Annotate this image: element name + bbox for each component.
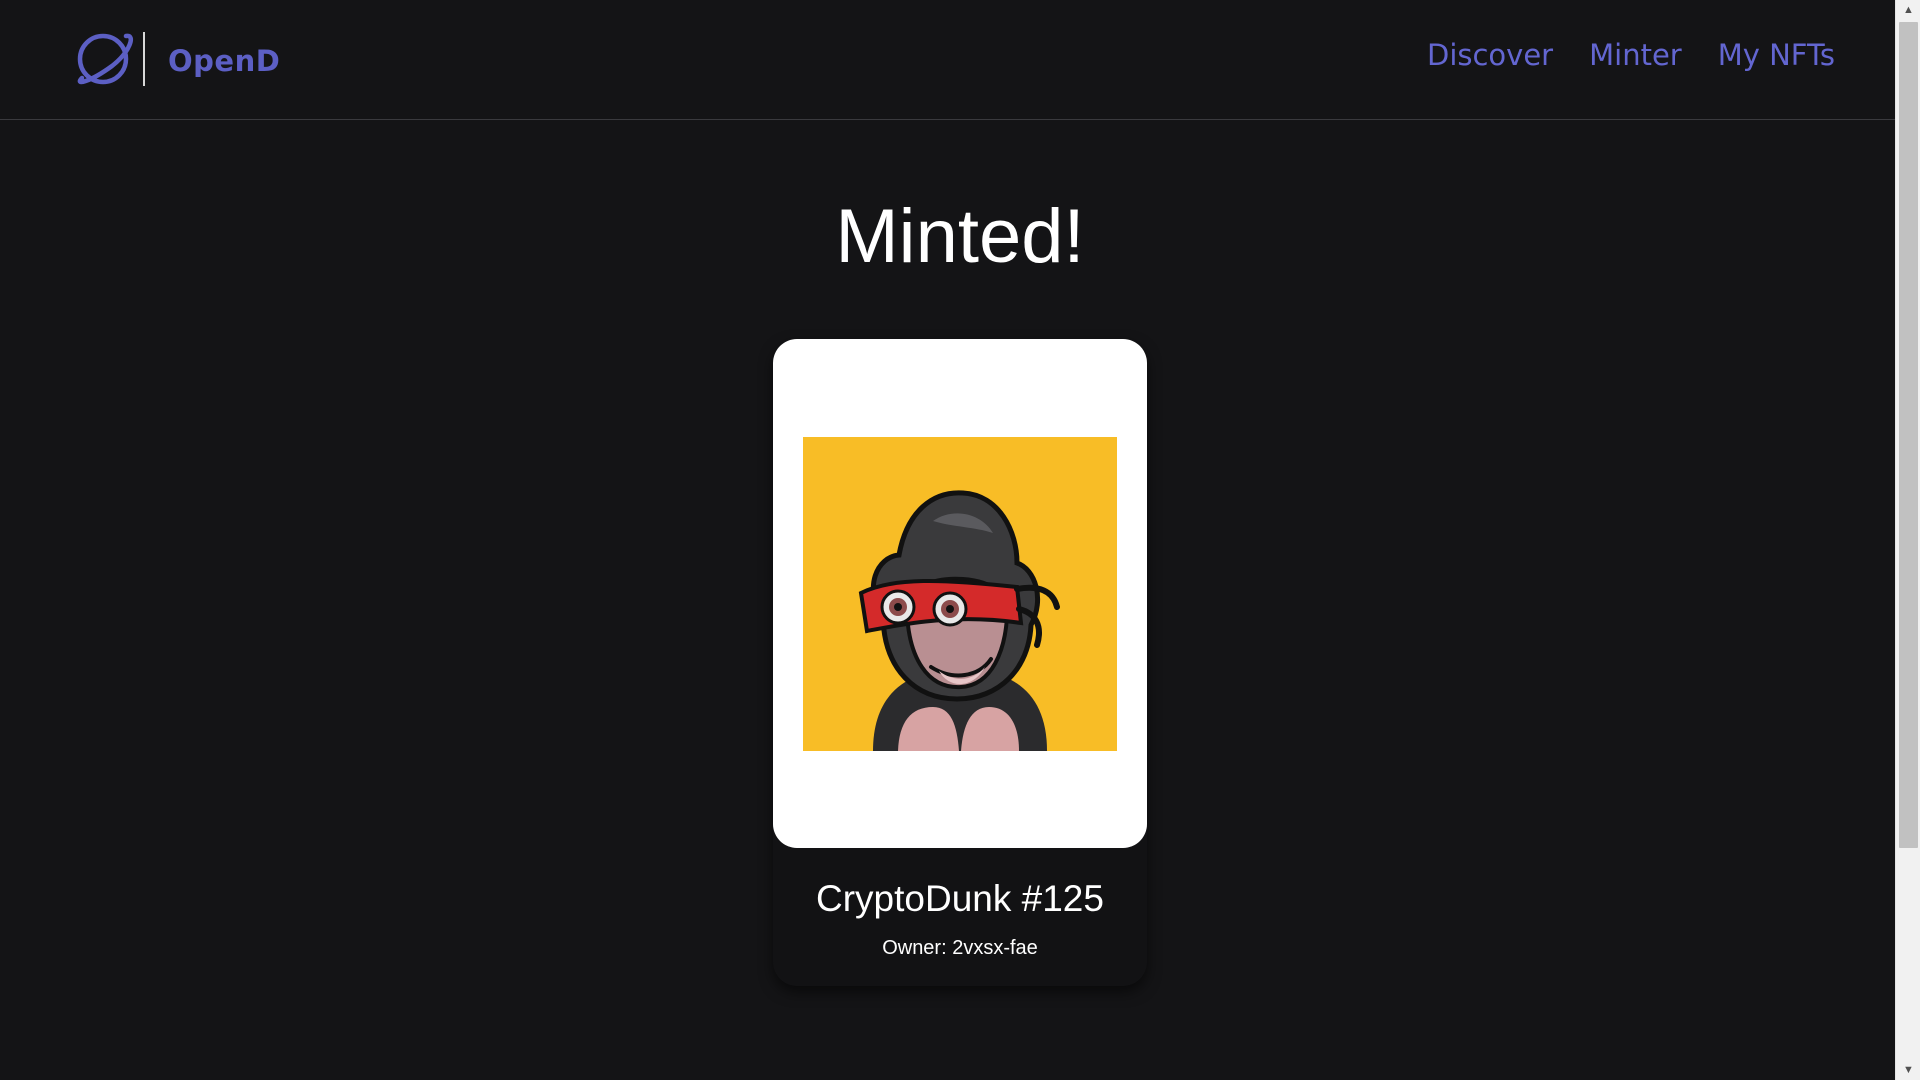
nav-my-nfts[interactable]: My NFTs: [1718, 38, 1835, 72]
nav-minter[interactable]: Minter: [1589, 38, 1682, 72]
nft-owner: Owner: 2vxsx-fae: [882, 937, 1038, 959]
header: OpenD Discover Minter My NFTs: [0, 0, 1895, 120]
scroll-down-icon[interactable]: ▼: [1896, 1060, 1920, 1080]
page: OpenD Discover Minter My NFTs Minted! Cr…: [0, 0, 1895, 1080]
nft-name: CryptoDunk #125: [816, 878, 1104, 919]
ape-nft-image: [803, 437, 1117, 751]
main-nav: Discover Minter My NFTs: [1427, 38, 1835, 72]
scroll-thumb[interactable]: [1899, 22, 1918, 848]
ape-illustration: [858, 490, 1060, 751]
nft-card-media: [773, 339, 1147, 848]
page-title: Minted!: [835, 194, 1085, 279]
nav-discover[interactable]: Discover: [1427, 38, 1553, 72]
brand-name[interactable]: OpenD: [168, 44, 280, 78]
logo-divider: [143, 32, 145, 86]
scroll-up-icon[interactable]: ▲: [1896, 0, 1920, 20]
planet-icon[interactable]: [72, 28, 134, 90]
vertical-scrollbar[interactable]: ▲ ▼: [1895, 0, 1920, 1080]
